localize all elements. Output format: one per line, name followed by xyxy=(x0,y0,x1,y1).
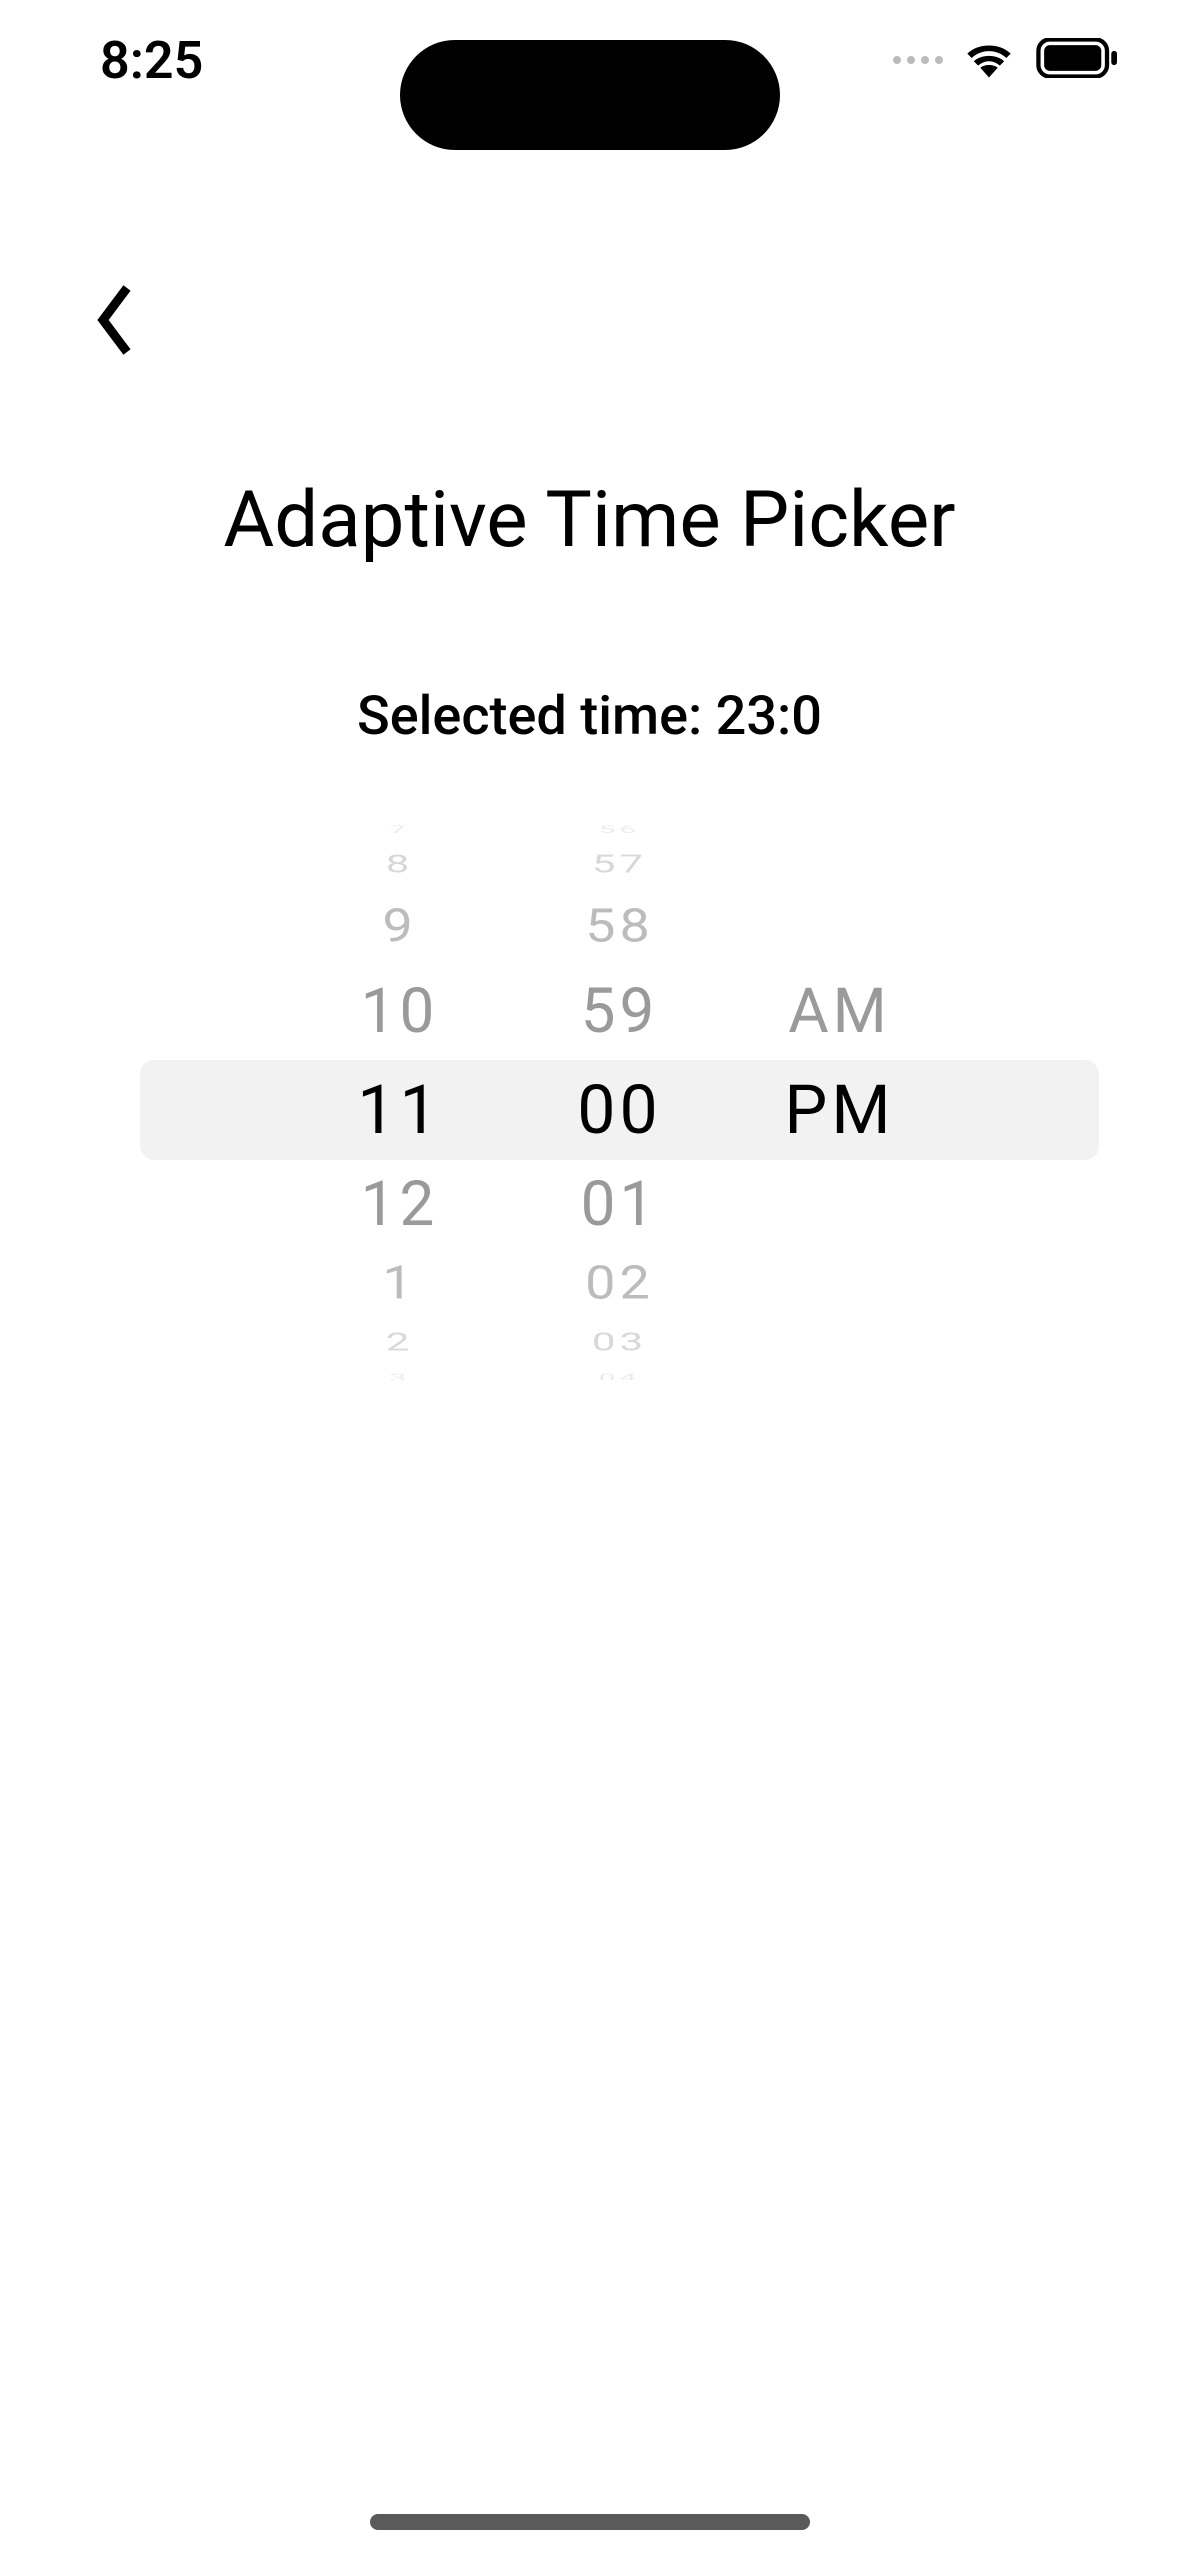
minute-option: 02 xyxy=(510,1257,730,1311)
hour-option: 2 xyxy=(290,1328,510,1357)
hour-option: 1 xyxy=(290,1257,510,1311)
back-button[interactable] xyxy=(85,270,145,370)
selected-time-label: Selected time: 23:0 xyxy=(0,685,1179,748)
hour-option: 9 xyxy=(290,900,510,954)
chevron-left-icon xyxy=(95,280,135,360)
home-indicator[interactable] xyxy=(370,2514,810,2530)
minute-option: 03 xyxy=(510,1328,730,1357)
minute-option: 58 xyxy=(510,900,730,954)
hour-option: 7 xyxy=(290,823,510,835)
minute-option: 04 xyxy=(510,1371,730,1380)
period-option-selected: PM xyxy=(730,1070,950,1150)
hour-option: 10 xyxy=(290,975,510,1048)
period-picker-column[interactable]: AM PM xyxy=(730,820,950,1380)
wifi-icon xyxy=(963,38,1015,82)
hour-option: 12 xyxy=(290,1168,510,1241)
minute-option: 01 xyxy=(510,1168,730,1241)
dynamic-island xyxy=(400,40,780,150)
minute-option: 59 xyxy=(510,975,730,1048)
time-picker: 7 8 9 10 11 12 1 2 3 56 57 58 59 00 01 0… xyxy=(140,820,1099,1380)
hour-option: 3 xyxy=(290,1371,510,1380)
minute-option-selected: 00 xyxy=(510,1070,730,1150)
hour-option-selected: 11 xyxy=(290,1070,510,1150)
hour-picker-column[interactable]: 7 8 9 10 11 12 1 2 3 xyxy=(290,820,510,1380)
status-time: 8:25 xyxy=(100,30,203,91)
status-indicators xyxy=(893,38,1119,82)
battery-icon xyxy=(1035,38,1119,82)
minute-option: 56 xyxy=(510,823,730,835)
page-title: Adaptive Time Picker xyxy=(0,475,1179,566)
minute-picker-column[interactable]: 56 57 58 59 00 01 02 03 04 xyxy=(510,820,730,1380)
period-option: AM xyxy=(730,975,950,1048)
cellular-dots-icon xyxy=(893,56,943,64)
hour-option: 8 xyxy=(290,850,510,879)
minute-option: 57 xyxy=(510,850,730,879)
